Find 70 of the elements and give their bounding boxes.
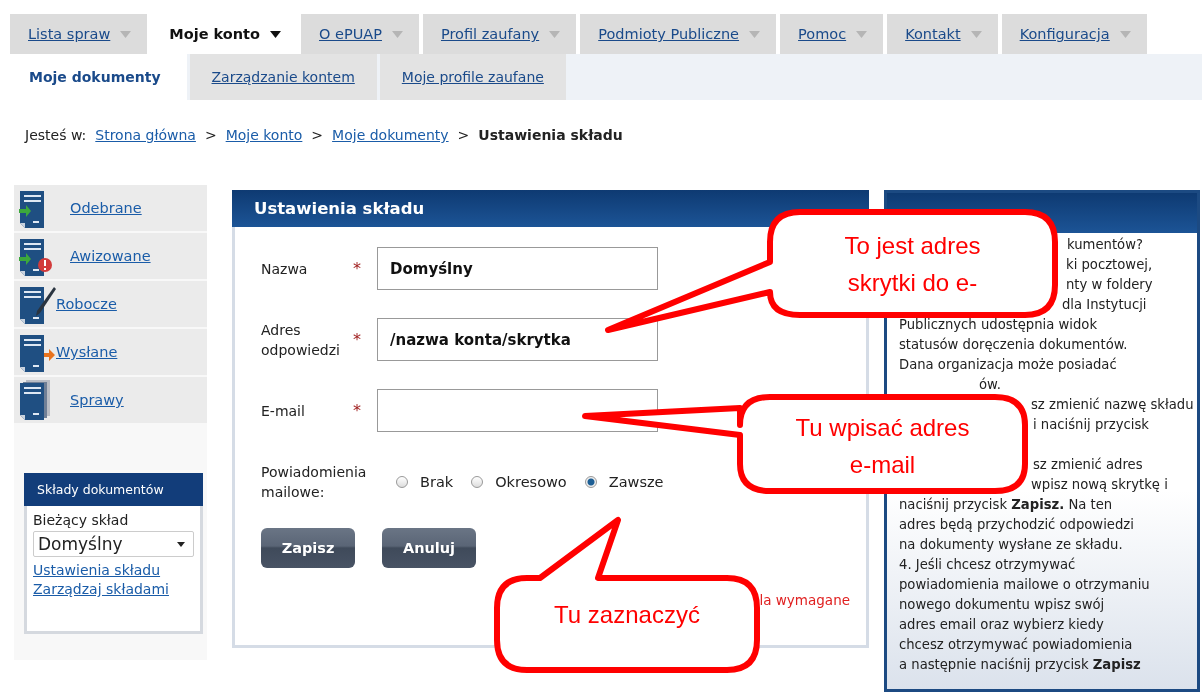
required-note: la wymagane [759,592,850,608]
breadcrumb-link[interactable]: Strona główna [95,127,196,158]
help-text: ki pocztowej, [1066,257,1153,272]
sub-tab[interactable]: Moje profile zaufane [379,54,566,100]
nav-tab[interactable]: Konfiguracja [1001,14,1147,54]
help-text: sz zmienić nazwę składu [1031,397,1194,412]
help-text: nowego dokumentu wpisz swój [899,597,1105,612]
help-text: statusów doręczenia dokumentów. [899,337,1128,352]
help-text: na dokumenty wysłane ze składu. [899,537,1123,552]
save-button[interactable]: Zapisz [261,528,355,568]
current-store-label: Bieżący skład [33,512,130,528]
sidebar-link[interactable]: Awizowane [70,248,151,264]
sidebar-link[interactable]: Sprawy [70,392,124,408]
help-text: sz zmienić adres [1033,457,1143,472]
box-title: Składy dokumentów [24,473,203,506]
help-text: powiadomienia mailowe o otrzymaniu [899,577,1150,592]
breadcrumb-current: Ustawienia składu [478,127,623,145]
panel-title: Ustawienia składu [232,190,869,227]
required-mark: * [353,259,362,278]
sub-tab[interactable]: Moje dokumenty [10,54,187,100]
nav-tab[interactable]: Pomoc [780,14,884,54]
nav-tab[interactable]: Podmioty Publiczne [580,14,777,54]
help-text: dla Instytucji [1062,297,1147,312]
nav-tab[interactable]: O ePUAP [301,14,419,54]
input-field[interactable]: Domyślny [377,247,658,290]
sidebar-link[interactable]: Wysłane [56,344,118,360]
help-text: kumentów? [1067,237,1143,252]
breadcrumb-link[interactable]: Moje dokumenty [332,127,449,158]
callout-text: To jest adres [844,231,981,261]
input-field[interactable]: /nazwa konta/skrytka [377,318,658,361]
nav-tab[interactable]: Kontakt [887,14,998,54]
help-text: nty w foldery [1066,277,1153,292]
store-select[interactable]: Domyślny [33,531,194,557]
help-text: Dana organizacja może posiadać [899,357,1117,372]
nav-tab[interactable]: Profil zaufany [422,14,577,54]
help-text: naciśnij przycisk Zapisz. Na ten [899,497,1113,512]
cancel-button[interactable]: Anuluj [382,528,476,568]
radio-label: Okresowo [495,474,567,490]
breadcrumb-link[interactable]: Moje konto [225,127,303,158]
help-text: chcesz otrzymywać powiadomienia [899,637,1133,652]
help-text: Publicznych udostępnia widok [899,317,1098,332]
breadcrumb-separator: > [457,127,470,145]
store-link[interactable]: Ustawienia składu [33,562,194,578]
field-label: Adres odpowiedzi [261,320,341,360]
help-text: i naciśnij przycisk [1033,417,1149,432]
help-text: a następnie naciśnij przycisk Zapisz [899,657,1141,672]
callout-text: e-mail [849,450,916,480]
breadcrumb-separator: > [204,127,217,145]
help-text: adres będą przychodzić odpowiedzi [899,517,1134,532]
field-label: Powiadomienia mailowe: [261,463,368,502]
help-text: ów. [979,377,1001,392]
store-link[interactable]: Zarządzaj składami [33,581,194,597]
help-text: wpisz nową skrytkę i [1031,477,1168,492]
required-mark: * [353,330,362,349]
help-text: 4. Jeśli chcesz otrzymywać [899,557,1076,572]
field-label: Nazwa [261,259,309,279]
breadcrumb-label: Jesteś w: [25,127,87,145]
callout-text: Tu zaznaczyć [554,600,700,630]
sidebar-link[interactable]: Robocze [56,296,117,312]
nav-tab[interactable]: Lista spraw [10,14,148,54]
field-label: E-mail [261,401,306,421]
radio-label: Brak [420,474,454,490]
radio-label: Zawsze [608,474,664,490]
callout-text: Tu wpisać adres [795,413,970,443]
callout-text: skrytki do e- [847,268,978,298]
sub-tab[interactable]: Zarządzanie kontem [189,54,377,100]
help-text: adres email oraz wybierz kiedy [899,617,1104,632]
breadcrumb-separator: > [311,127,324,145]
sidebar-link[interactable]: Odebrane [70,200,142,216]
required-mark: * [353,401,362,420]
